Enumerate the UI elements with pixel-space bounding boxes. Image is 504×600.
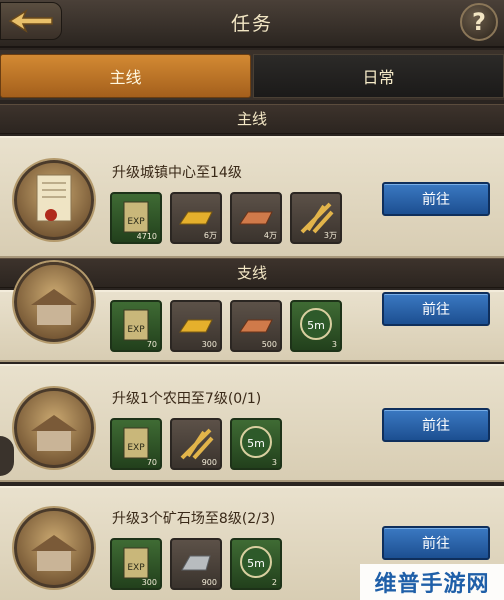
reward-list: EXP 70 900 5m 3 xyxy=(110,418,282,470)
tab-daily-quest[interactable]: 日常 xyxy=(253,54,504,98)
reward-quantity: 900 xyxy=(201,458,217,467)
help-button[interactable]: ? xyxy=(460,3,498,41)
stone-icon: 900 xyxy=(170,538,222,590)
quest-title: 升级3个矿石场至8级(2/3) xyxy=(112,511,276,527)
exp-icon: EXP 4710 xyxy=(110,192,162,244)
speedup-5m-icon: 5m 3 xyxy=(230,418,282,470)
scroll-icon xyxy=(14,160,94,240)
reward-quantity: 2 xyxy=(271,578,277,587)
reward-quantity: 3 xyxy=(271,458,277,467)
tab-bar: 主线 日常 xyxy=(0,50,504,100)
building-icon xyxy=(14,508,94,588)
quest-title: 升级1个农田至7级(0/1) xyxy=(112,391,262,407)
reward-quantity: 4710 xyxy=(136,232,157,241)
svg-text:EXP: EXP xyxy=(127,217,145,227)
gold-bar-icon: 6万 xyxy=(170,192,222,244)
section-header-main: 主线 xyxy=(0,104,504,134)
speedup-5m-icon: 5m 2 xyxy=(230,538,282,590)
reward-quantity: 500 xyxy=(261,340,277,349)
svg-text:EXP: EXP xyxy=(127,563,145,573)
reward-quantity: 300 xyxy=(141,578,157,587)
tab-main-quest[interactable]: 主线 xyxy=(0,54,251,98)
reward-quantity: 4万 xyxy=(263,231,277,240)
go-button[interactable]: 前往 xyxy=(382,408,490,442)
quest-card: 升级1个农田至7级(0/1) EXP 70 900 5m 3 前往 xyxy=(0,364,504,482)
svg-text:EXP: EXP xyxy=(127,325,145,335)
copper-bar-icon: 500 xyxy=(230,300,282,352)
go-button[interactable]: 前往 xyxy=(382,292,490,326)
reward-quantity: 3万 xyxy=(323,231,337,240)
reward-quantity: 900 xyxy=(201,578,217,587)
reward-quantity: 70 xyxy=(146,458,157,467)
svg-text:5m: 5m xyxy=(247,557,265,570)
speedup-5m-icon: 5m 3 xyxy=(290,300,342,352)
reward-quantity: 300 xyxy=(201,340,217,349)
reward-quantity: 3 xyxy=(331,340,337,349)
reward-list: EXP 300 900 5m 2 xyxy=(110,538,282,590)
svg-text:5m: 5m xyxy=(307,319,325,332)
go-button[interactable]: 前往 xyxy=(382,182,490,216)
quest-card: EXP 70 300 500 5m 3 前往 xyxy=(0,262,504,362)
go-button[interactable]: 前往 xyxy=(382,526,490,560)
reward-quantity: 70 xyxy=(146,340,157,349)
watermark: 维普手游网 xyxy=(360,564,504,600)
building-icon xyxy=(14,388,94,468)
exp-icon: EXP 300 xyxy=(110,538,162,590)
wheat-icon: 3万 xyxy=(290,192,342,244)
quest-title: 升级城镇中心至14级 xyxy=(112,165,242,181)
building-icon xyxy=(14,262,94,342)
page-title: 任务 xyxy=(230,13,273,35)
wheat-icon: 900 xyxy=(170,418,222,470)
copper-bar-icon: 4万 xyxy=(230,192,282,244)
exp-icon: EXP 70 xyxy=(110,418,162,470)
reward-quantity: 6万 xyxy=(203,231,217,240)
quest-card: 升级城镇中心至14级 EXP 4710 6万 4万 3万 前往 xyxy=(0,136,504,258)
reward-list: EXP 70 300 500 5m 3 xyxy=(110,300,342,352)
top-bar: 任务 ? xyxy=(0,0,504,48)
gold-bar-icon: 300 xyxy=(170,300,222,352)
exp-icon: EXP 70 xyxy=(110,300,162,352)
svg-text:EXP: EXP xyxy=(127,443,145,453)
reward-list: EXP 4710 6万 4万 3万 xyxy=(110,192,342,244)
svg-text:5m: 5m xyxy=(247,437,265,450)
